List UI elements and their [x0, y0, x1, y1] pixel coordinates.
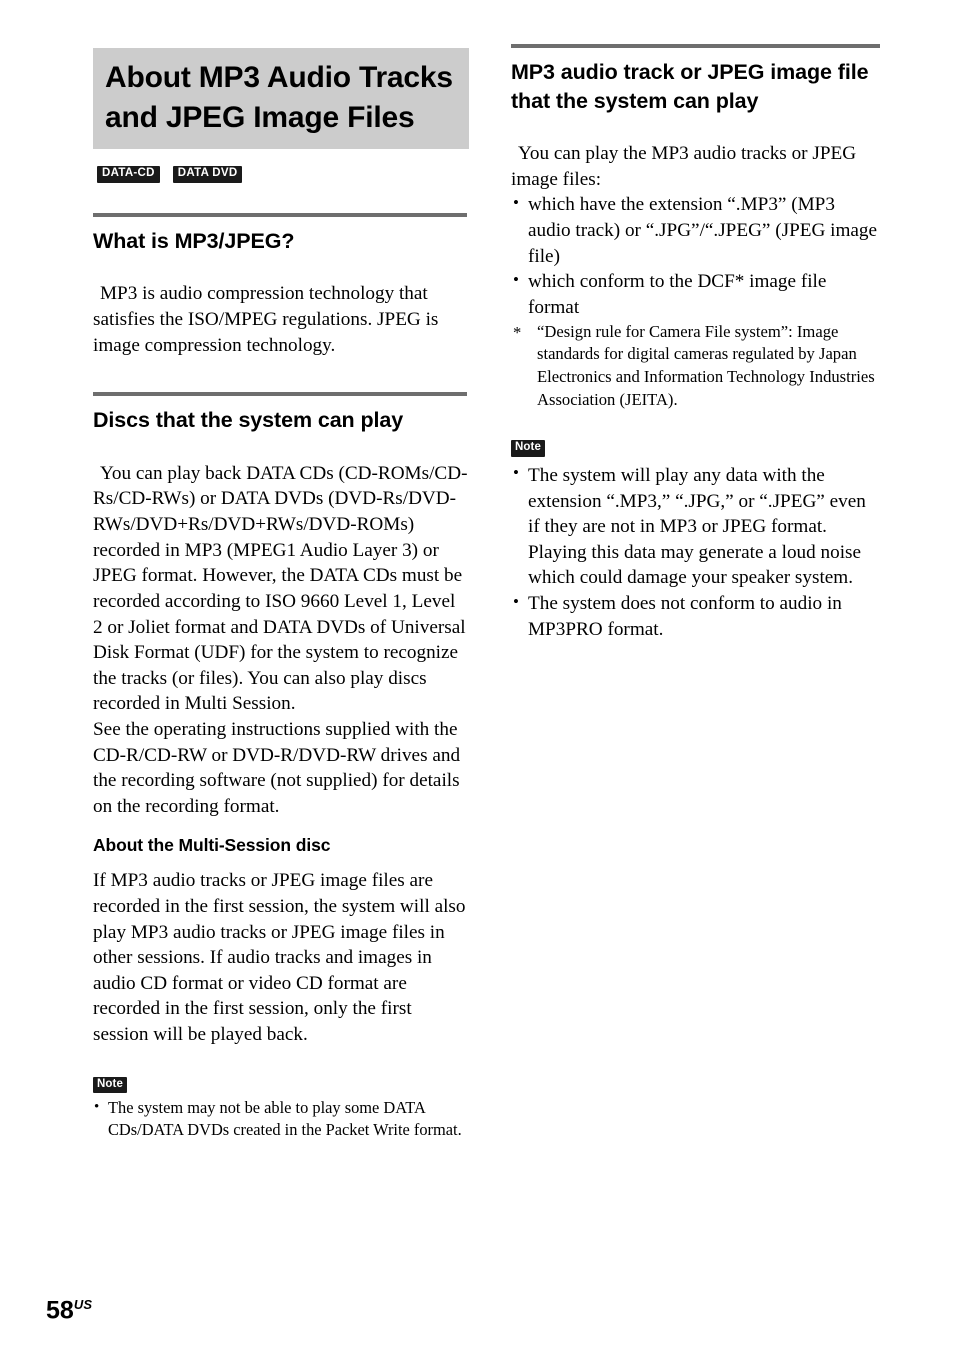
note-block-right: Note The system will play any data with … — [511, 437, 881, 642]
section-what-is-mp3-jpeg: What is MP3/JPEG? MP3 is audio compressi… — [93, 212, 469, 358]
section-heading: What is MP3/JPEG? — [93, 228, 295, 253]
section-paragraph: MP3 is audio compression technology that… — [93, 283, 439, 356]
right-column: MP3 audio track or JPEG image file that … — [511, 44, 881, 642]
chapter-title-block: About MP3 Audio Tracks and JPEG Image Fi… — [93, 48, 469, 150]
note-badge: Note — [93, 1076, 127, 1094]
page-number: 58US — [46, 1298, 92, 1323]
section-heading: Discs that the system can play — [93, 408, 404, 433]
left-column: About MP3 Audio Tracks and JPEG Image Fi… — [93, 48, 469, 1142]
playable-file-bullet-item: which conform to the DCF* image file for… — [511, 269, 881, 320]
section-paragraph: You can play back DATA CDs (CD-ROMs/CD-R… — [93, 462, 468, 715]
note-block-left: Note The system may not be able to play … — [93, 1074, 469, 1142]
note-bullet-list: The system may not be able to play some … — [93, 1097, 469, 1142]
section-paragraph: See the operating instructions supplied … — [93, 719, 461, 817]
subsection-paragraph: If MP3 audio tracks or JPEG image files … — [93, 870, 466, 1045]
section-divider-rule — [511, 44, 880, 48]
dcf-footnote: * “Design rule for Camera File system”: … — [511, 321, 881, 412]
page-number-region: US — [73, 1296, 93, 1312]
note-badge: Note — [511, 440, 545, 457]
disc-badge-data-dvd: DATA DVD — [172, 166, 243, 183]
disc-badge-data-cd: DATA-CD — [97, 166, 160, 183]
section-intro-paragraph: You can play the MP3 audio tracks or JPE… — [511, 143, 857, 190]
playable-file-bullet-list: which have the extension “.MP3” (MP3 aud… — [511, 192, 881, 320]
note-bullet-item: The system does not conform to audio in … — [511, 591, 881, 642]
page-title: About MP3 Audio Tracks and JPEG Image Fi… — [105, 61, 453, 134]
subsection-heading: About the Multi-Session disc — [93, 834, 331, 855]
note-bullet-list: The system will play any data with the e… — [511, 462, 881, 642]
section-mp3-track-or-jpeg-file: MP3 audio track or JPEG image file that … — [511, 44, 881, 642]
note-bullet-item: The system will play any data with the e… — [511, 462, 881, 591]
playable-file-bullet-item: which have the extension “.MP3” (MP3 aud… — [511, 192, 881, 269]
disc-type-badges: DATA-CD DATA DVD — [93, 166, 469, 183]
section-heading: MP3 audio track or JPEG image file that … — [511, 60, 869, 113]
document-page: About MP3 Audio Tracks and JPEG Image Fi… — [0, 0, 954, 1352]
section-divider-rule — [93, 212, 467, 217]
note-bullet-item: The system may not be able to play some … — [93, 1097, 469, 1142]
section-discs-that-system-can-play: Discs that the system can play You can p… — [93, 392, 469, 1142]
footnote-text: “Design rule for Camera File system”: Im… — [537, 321, 875, 409]
footnote-marker: * — [513, 322, 522, 342]
section-divider-rule — [93, 392, 467, 397]
page-number-value: 58 — [46, 1296, 74, 1324]
